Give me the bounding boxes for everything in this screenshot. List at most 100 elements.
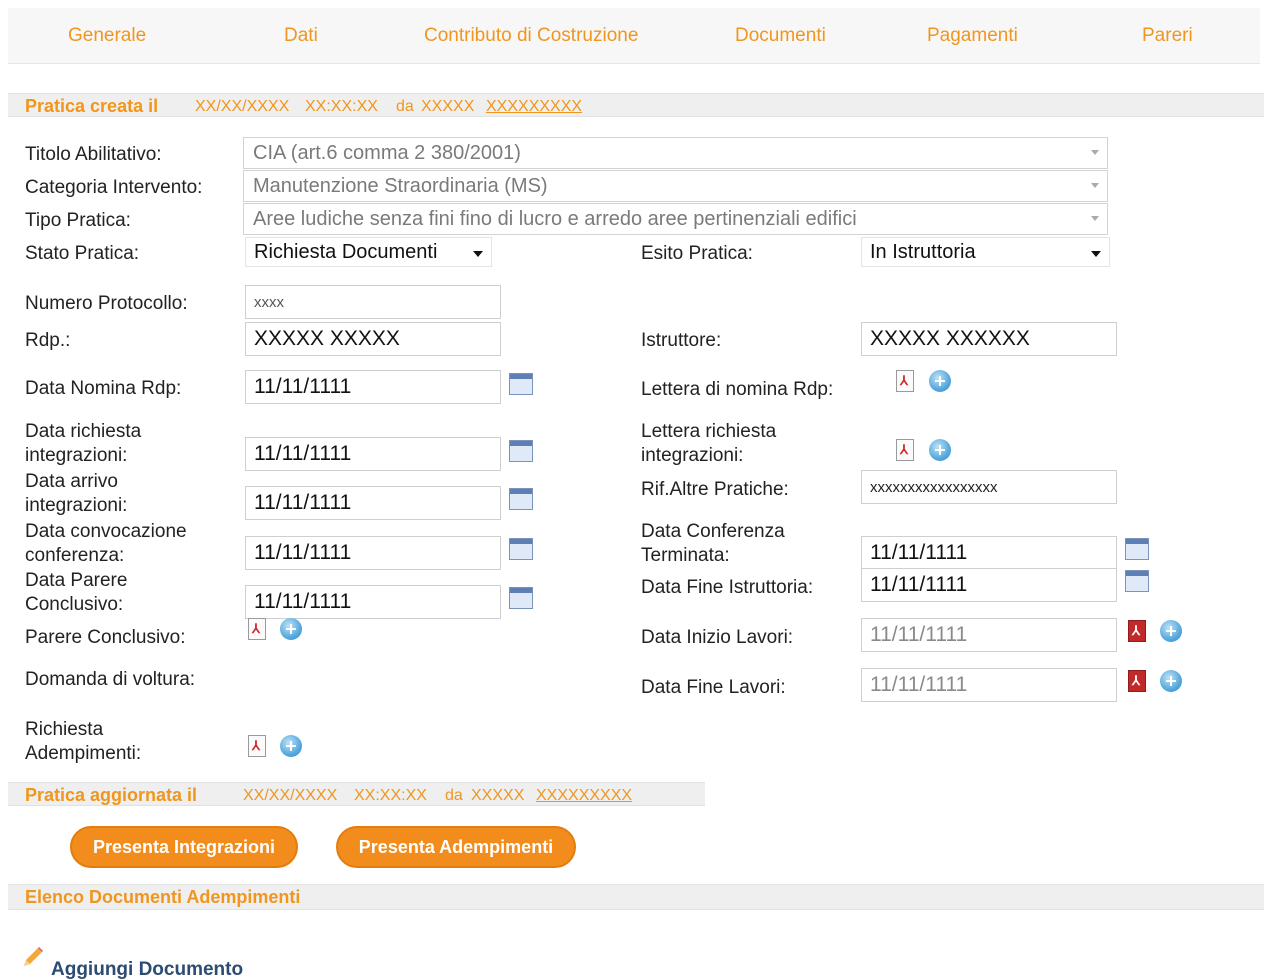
data-nomina-label: Data Nomina Rdp: [25, 378, 182, 399]
data-arrivo-label-2: integrazioni: [25, 495, 128, 516]
rdp-input[interactable] [245, 322, 501, 356]
chevron-down-icon [1091, 216, 1099, 221]
data-richiesta-label: Data richiesta [25, 421, 142, 442]
add-icon[interactable] [280, 735, 302, 757]
add-icon[interactable] [929, 370, 951, 392]
created-by-last: XXXXXXXXX [486, 98, 583, 115]
data-arrivo-input[interactable] [245, 486, 501, 520]
pencil-icon [24, 947, 43, 966]
presenta-adempimenti-button[interactable]: Presenta Adempimenti [336, 826, 576, 868]
documents-section-header: Elenco Documenti Adempimenti [8, 884, 1264, 910]
updated-date: XX/XX/XXXX [243, 787, 338, 804]
titolo-label: Titolo Abilitativo: [25, 144, 162, 165]
documents-title: Elenco Documenti Adempimenti [25, 887, 301, 907]
updated-by-label: da [445, 787, 463, 804]
updated-by-last: XXXXXXXXX [536, 787, 633, 804]
add-icon[interactable] [929, 439, 951, 461]
pdf-icon[interactable]: ⅄ [247, 618, 267, 642]
calendar-icon[interactable] [1125, 538, 1149, 560]
protocollo-label: Numero Protocollo: [25, 293, 188, 314]
calendar-icon[interactable] [1125, 570, 1149, 592]
data-inizio-lavori-input[interactable] [861, 618, 1117, 652]
lettera-richiesta-label: Lettera richiesta [641, 421, 777, 442]
categoria-label: Categoria Intervento: [25, 177, 203, 198]
istruttore-label: Istruttore: [641, 330, 722, 351]
parere-label: Parere Conclusivo: [25, 627, 186, 648]
rif-label: Rif.Altre Pratiche: [641, 479, 789, 500]
esito-value: In Istruttoria [870, 241, 976, 263]
created-time: XX:XX:XX [305, 98, 378, 115]
tab-pareri[interactable]: Pareri [1142, 25, 1193, 47]
created-label: Pratica creata il [25, 96, 159, 116]
add-icon[interactable] [1160, 620, 1182, 642]
tipo-value: Aree ludiche senza fini fino di lucro e … [253, 208, 857, 230]
richiesta-adempimenti-label: Richiesta [25, 719, 104, 740]
tab-pagamenti[interactable]: Pagamenti [927, 25, 1018, 47]
data-fine-lavori-input[interactable] [861, 668, 1117, 702]
data-fine-istruttoria-input[interactable] [861, 568, 1117, 602]
tab-generale[interactable]: Generale [68, 25, 146, 47]
data-parere-label: Data Parere [25, 570, 128, 591]
tab-dati[interactable]: Dati [284, 25, 318, 47]
created-by-first: XXXXX [421, 98, 475, 115]
data-inizio-lavori-label: Data Inizio Lavori: [641, 627, 794, 648]
created-info-bar: Pratica creata il XX/XX/XXXX XX:XX:XX da… [8, 93, 1264, 117]
calendar-icon[interactable] [509, 373, 533, 395]
pdf-icon[interactable]: ⅄ [247, 735, 267, 759]
chevron-down-icon [1091, 183, 1099, 188]
calendar-icon[interactable] [509, 440, 533, 462]
stato-dropdown[interactable]: Richiesta Documenti [245, 237, 492, 267]
pdf-icon[interactable]: ⅄ [895, 439, 915, 463]
top-tab-bar: Generale Dati Contributo di Costruzione … [8, 8, 1260, 64]
data-fine-istruttoria-label: Data Fine Istruttoria: [641, 577, 814, 598]
categoria-select[interactable]: Manutenzione Straordinaria (MS) [243, 170, 1108, 202]
data-richiesta-input[interactable] [245, 437, 501, 471]
data-conferenza-label: Data Conferenza [641, 521, 785, 542]
calendar-icon[interactable] [509, 538, 533, 560]
data-parere-label-2: Conclusivo: [25, 594, 124, 615]
chevron-down-icon [1091, 251, 1101, 257]
add-icon[interactable] [280, 618, 302, 640]
esito-dropdown[interactable]: In Istruttoria [861, 237, 1110, 267]
data-richiesta-label-2: integrazioni: [25, 445, 128, 466]
data-fine-lavori-label: Data Fine Lavori: [641, 677, 786, 698]
created-date: XX/XX/XXXX [195, 98, 290, 115]
stato-label: Stato Pratica: [25, 243, 140, 264]
voltura-label: Domanda di voltura: [25, 669, 196, 690]
tab-documenti[interactable]: Documenti [735, 25, 826, 47]
protocollo-input[interactable] [245, 285, 501, 319]
lettera-richiesta-label-2: integrazioni: [641, 445, 744, 466]
created-by-label: da [396, 98, 414, 115]
presenta-integrazioni-button[interactable]: Presenta Integrazioni [70, 826, 298, 868]
rdp-label: Rdp.: [25, 330, 71, 351]
lettera-nomina-label: Lettera di nomina Rdp: [641, 379, 834, 400]
add-document-label: Aggiungi Documento [51, 959, 244, 979]
richiesta-adempimenti-label-2: Adempimenti: [25, 743, 142, 764]
updated-info-bar: Pratica aggiornata il XX/XX/XXXX XX:XX:X… [8, 782, 705, 806]
add-icon[interactable] [1160, 670, 1182, 692]
data-parere-input[interactable] [245, 585, 501, 619]
titolo-value: CIA (art.6 comma 2 380/2001) [253, 142, 521, 164]
data-nomina-input[interactable] [245, 370, 501, 404]
data-conferenza-label-2: Terminata: [641, 545, 730, 566]
data-arrivo-label: Data arrivo [25, 471, 118, 492]
tab-contributo-di-costruzione[interactable]: Contributo di Costruzione [424, 25, 638, 47]
data-convocazione-label-2: conferenza: [25, 545, 125, 566]
data-conferenza-input[interactable] [861, 536, 1117, 570]
chevron-down-icon [473, 251, 483, 257]
istruttore-input[interactable] [861, 322, 1117, 356]
tipo-label: Tipo Pratica: [25, 210, 131, 231]
calendar-icon[interactable] [509, 488, 533, 510]
data-convocazione-label: Data convocazione [25, 521, 187, 542]
pdf-icon[interactable]: ⅄ [895, 370, 915, 394]
tipo-select[interactable]: Aree ludiche senza fini fino di lucro e … [243, 203, 1108, 235]
pdf-icon[interactable]: ⅄ [1127, 620, 1147, 644]
updated-by-first: XXXXX [471, 787, 525, 804]
calendar-icon[interactable] [509, 587, 533, 609]
data-convocazione-input[interactable] [245, 536, 501, 570]
titolo-select[interactable]: CIA (art.6 comma 2 380/2001) [243, 137, 1108, 169]
chevron-down-icon [1091, 150, 1099, 155]
pdf-icon[interactable]: ⅄ [1127, 670, 1147, 694]
stato-value: Richiesta Documenti [254, 241, 438, 263]
rif-input[interactable] [861, 470, 1117, 504]
